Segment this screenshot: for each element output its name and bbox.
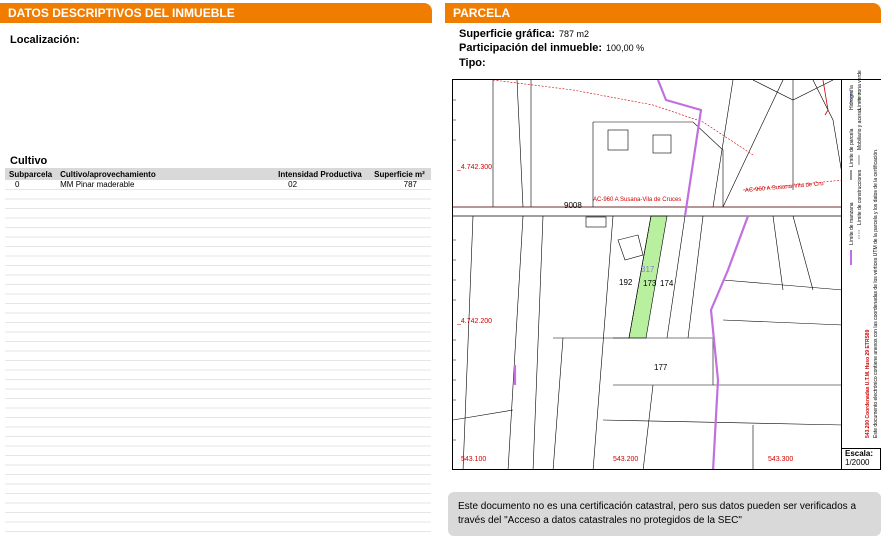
superficie-value: 787 m2 bbox=[558, 29, 590, 39]
participacion-value: 100,00 % bbox=[606, 43, 645, 53]
cell-superficie: 787 bbox=[370, 180, 431, 190]
coord-x2: 543.200 bbox=[613, 456, 638, 463]
highlight-label: 317 bbox=[641, 265, 655, 274]
col-superficie: Superficie m² bbox=[374, 169, 425, 179]
cultivo-label: Cultivo bbox=[10, 155, 48, 167]
parcel-number-192: 192 bbox=[619, 278, 633, 287]
footer-note: Este documento no es una certificación c… bbox=[448, 492, 881, 536]
coord-y1: _4.742.300 bbox=[456, 164, 492, 171]
coord-y2: _4.742.200 bbox=[456, 318, 492, 325]
purple-boundary bbox=[513, 80, 750, 469]
legend-line-3: Hidrografía bbox=[849, 85, 855, 110]
superficie-grafica: Superficie gráfica: 787 m2 bbox=[459, 28, 589, 40]
scale-label: Escala: bbox=[845, 449, 874, 458]
coord-x3: 543.300 bbox=[768, 456, 793, 463]
cell-subparcela: 0 bbox=[5, 180, 57, 190]
parcel-number-9008: 9008 bbox=[564, 201, 582, 210]
col-cultivo: Cultivo/aprovechamiento bbox=[60, 169, 156, 179]
map-svg: _4.742.300 _4.742.200 543.100 543.200 54… bbox=[453, 80, 844, 469]
scale-value: 1/2000 bbox=[845, 458, 870, 467]
parcel-number-174: 174 bbox=[660, 279, 674, 288]
tipo-label: Tipo: bbox=[459, 57, 486, 69]
legend-note: Este documento electrónico contiene anex… bbox=[873, 148, 879, 438]
parcel-number-177: 177 bbox=[654, 363, 668, 372]
col-intensidad: Intensidad Productiva bbox=[278, 169, 362, 179]
parcel-number-173: 173 bbox=[643, 279, 657, 288]
cell-intensidad: 02 bbox=[274, 180, 371, 190]
legend-line-4: Límite de construcciones bbox=[857, 169, 863, 225]
left-ticks bbox=[453, 99, 456, 441]
legend-line-1: Límite de manzana bbox=[849, 202, 855, 245]
participacion: Participación del inmueble: 100,00 % bbox=[459, 42, 644, 54]
col-subparcela: Subparcela bbox=[9, 169, 53, 179]
section-header-parcela: PARCELA bbox=[445, 3, 881, 23]
cadastral-map: _4.742.300 _4.742.200 543.100 543.200 54… bbox=[452, 79, 881, 470]
map-legend: Límite de manzana Límite de parcela Hidr… bbox=[841, 70, 881, 448]
road-label-1: AC-960 A Susana-Vila de Cruces bbox=[593, 197, 681, 203]
legend-line-5: Mobiliario y aceras bbox=[857, 108, 863, 150]
empty-table-rows bbox=[5, 190, 431, 536]
legend-line-2: Límite de parcela bbox=[849, 128, 855, 167]
superficie-label: Superficie gráfica: bbox=[459, 28, 555, 40]
coord-x1: 543.100 bbox=[461, 456, 486, 463]
road-label-2: AC-960 A Susana-Vila de Cru bbox=[745, 181, 824, 194]
legend-line-6: Límite zona verde bbox=[857, 70, 863, 110]
cell-cultivo: MM Pinar maderable bbox=[56, 180, 275, 190]
table-row: 0 MM Pinar maderable 02 787 bbox=[5, 180, 431, 190]
participacion-label: Participación del inmueble: bbox=[459, 42, 603, 54]
section-header-datos: DATOS DESCRIPTIVOS DEL INMUEBLE bbox=[0, 3, 432, 23]
localizacion-label: Localización: bbox=[10, 34, 80, 46]
red-mark bbox=[822, 80, 829, 116]
cultivo-table: Subparcela Cultivo/aprovechamiento Inten… bbox=[5, 168, 431, 190]
map-scale: Escala: 1/2000 bbox=[841, 448, 880, 469]
table-header-row: Subparcela Cultivo/aprovechamiento Inten… bbox=[5, 168, 431, 180]
legend-utm: 543.200 Coordenadas U.T.M. Huso 29 ETRS8… bbox=[865, 329, 871, 438]
